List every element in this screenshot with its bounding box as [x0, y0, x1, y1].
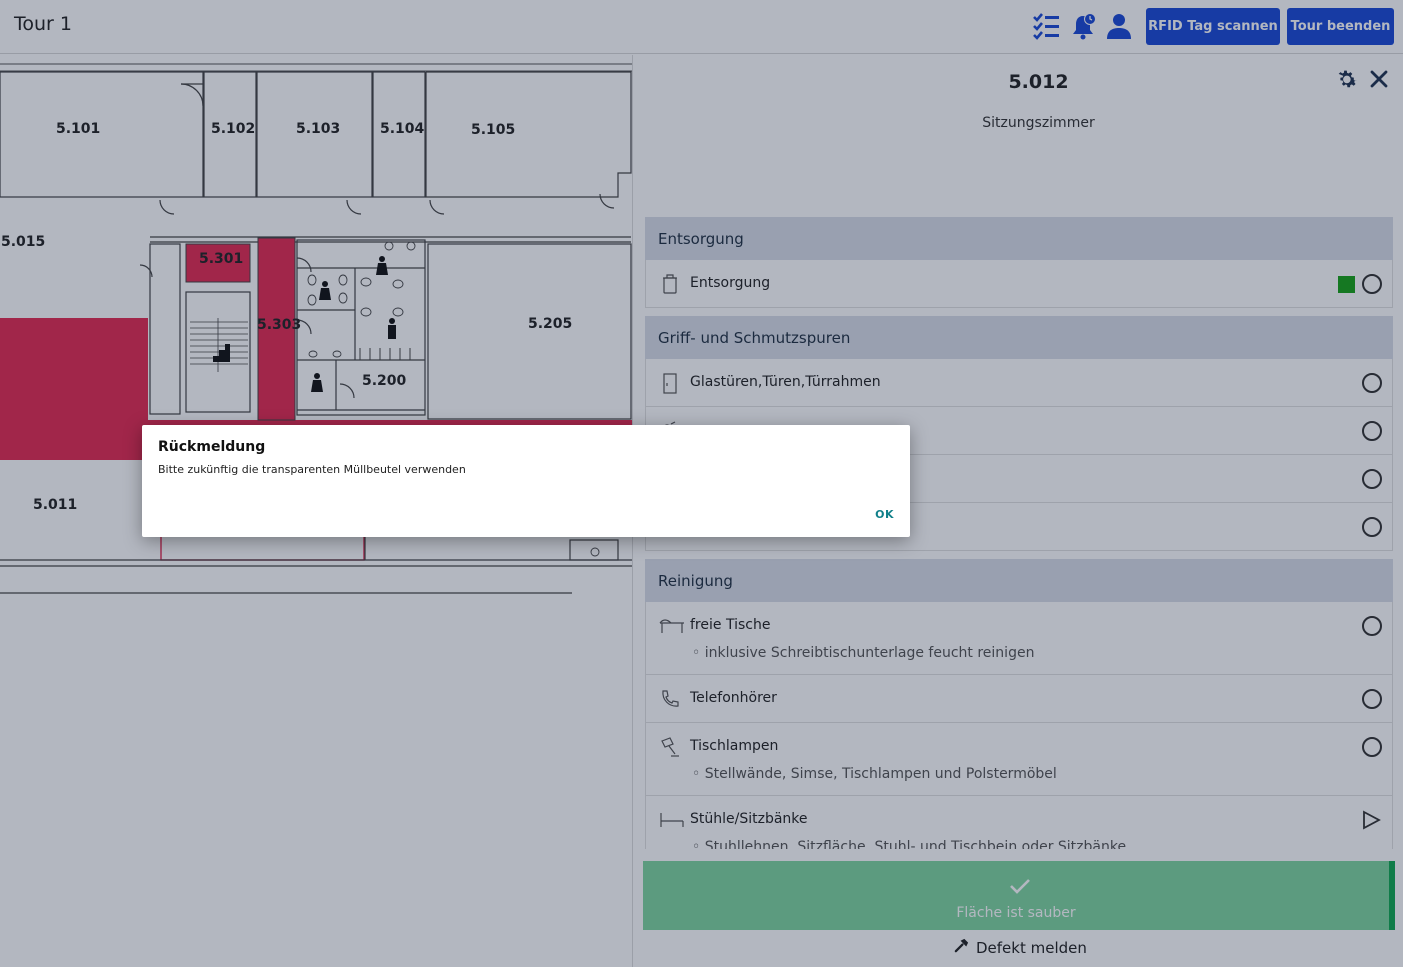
dialog-message: Bitte zukünftig die transparenten Müllbe…	[158, 463, 466, 476]
dialog-ok-button[interactable]: OK	[875, 508, 894, 521]
feedback-dialog: Rückmeldung Bitte zukünftig die transpar…	[142, 425, 910, 537]
dialog-title: Rückmeldung	[158, 439, 266, 455]
